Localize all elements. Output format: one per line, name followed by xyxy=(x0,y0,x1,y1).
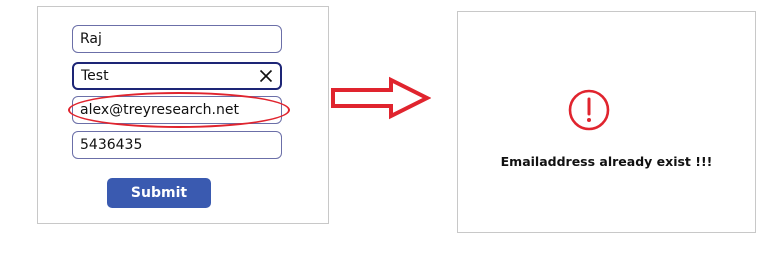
form-panel: Raj Test alex@treyresearch.net 5436435 S… xyxy=(37,6,329,224)
last-name-value: Test xyxy=(81,68,109,84)
phone-field[interactable]: 5436435 xyxy=(72,131,282,159)
exclamation-circle-icon xyxy=(568,89,610,131)
close-icon[interactable] xyxy=(256,66,276,86)
first-name-value: Raj xyxy=(80,31,102,47)
last-name-field[interactable]: Test xyxy=(72,62,282,90)
email-field[interactable]: alex@treyresearch.net xyxy=(72,96,282,124)
submit-button[interactable]: Submit xyxy=(107,178,211,208)
email-value: alex@treyresearch.net xyxy=(80,102,239,118)
error-message: Emailaddress already exist !!! xyxy=(500,154,713,169)
message-panel: Emailaddress already exist !!! xyxy=(457,11,756,233)
right-arrow-icon xyxy=(331,76,431,120)
phone-value: 5436435 xyxy=(80,137,143,153)
first-name-field[interactable]: Raj xyxy=(72,25,282,53)
